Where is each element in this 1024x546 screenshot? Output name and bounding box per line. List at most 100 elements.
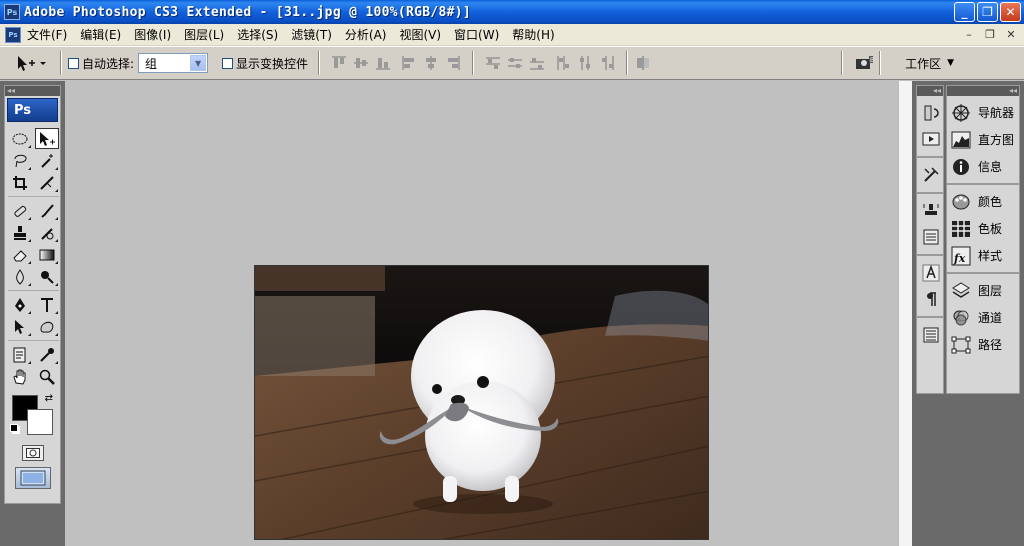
dodge-tool[interactable] xyxy=(35,266,59,287)
doc-minimize-button[interactable]: – xyxy=(960,27,978,42)
swap-colors-icon[interactable]: ⇄ xyxy=(45,393,53,404)
measurement-log-panel-icon[interactable] xyxy=(919,225,943,249)
photoshop-logo[interactable]: Ps xyxy=(7,98,58,122)
align-vcenter-icon[interactable] xyxy=(352,54,370,72)
eyedropper-tool[interactable] xyxy=(35,344,59,365)
distribute-left-icon[interactable] xyxy=(554,54,572,72)
blur-tool[interactable] xyxy=(8,266,32,287)
info-panel-tab[interactable]: 信息 xyxy=(947,153,1019,180)
workspace-label: 工作区 xyxy=(905,56,942,71)
crop-tool[interactable] xyxy=(8,172,32,193)
gradient-tool[interactable] xyxy=(35,244,59,265)
channels-label: 通道 xyxy=(978,311,1003,325)
doc-restore-button[interactable]: ❐ xyxy=(981,27,999,42)
history-panel-icon[interactable] xyxy=(919,101,943,125)
collapse-icon[interactable]: ◂◂ xyxy=(917,86,943,96)
path-selection-tool[interactable] xyxy=(8,316,32,337)
menu-file[interactable]: 文件(F) xyxy=(27,26,67,43)
eraser-tool[interactable] xyxy=(8,244,32,265)
history-brush-tool[interactable] xyxy=(35,222,59,243)
panel-icon-column: ◂◂ xyxy=(916,85,944,394)
distribute-bottom-icon[interactable] xyxy=(528,54,546,72)
minimize-button[interactable]: _ xyxy=(954,2,975,22)
collapse-icon[interactable]: ◂◂ xyxy=(5,86,60,96)
menu-select[interactable]: 选择(S) xyxy=(237,26,278,43)
tool-preset-picker[interactable] xyxy=(14,53,54,73)
menu-layer[interactable]: 图层(L) xyxy=(184,26,224,43)
actions-panel-icon[interactable] xyxy=(919,127,943,151)
pen-tool[interactable] xyxy=(8,294,32,315)
menu-help[interactable]: 帮助(H) xyxy=(512,26,554,43)
type-tool[interactable] xyxy=(35,294,59,315)
doc-close-button[interactable]: ✕ xyxy=(1002,27,1020,42)
channels-panel-tab[interactable]: 通道 xyxy=(947,304,1019,331)
vertical-scrollbar[interactable] xyxy=(898,81,912,546)
hand-tool[interactable] xyxy=(8,366,32,387)
histogram-label: 直方图 xyxy=(978,133,1015,147)
menu-edit[interactable]: 编辑(E) xyxy=(80,26,121,43)
info-label: 信息 xyxy=(978,160,1003,174)
menu-analysis[interactable]: 分析(A) xyxy=(345,26,387,43)
layers-stack-icon xyxy=(950,280,972,302)
layer-comps-panel-icon[interactable] xyxy=(919,323,943,347)
navigator-panel-tab[interactable]: 导航器 xyxy=(947,99,1019,126)
auto-select-checkbox[interactable] xyxy=(68,57,79,69)
paragraph-panel-icon[interactable] xyxy=(919,287,943,311)
menu-window[interactable]: 窗口(W) xyxy=(454,26,499,43)
background-color-swatch[interactable] xyxy=(27,409,53,435)
document-image[interactable] xyxy=(254,265,709,540)
screen-mode-icon xyxy=(20,470,45,486)
clone-source-panel-icon[interactable] xyxy=(919,199,943,223)
align-left-icon[interactable] xyxy=(400,54,418,72)
swatches-panel-tab[interactable]: 色板 xyxy=(947,215,1019,242)
magic-wand-tool[interactable] xyxy=(35,150,59,171)
color-panel-tab[interactable]: 颜色 xyxy=(947,188,1019,215)
toolbar-separator xyxy=(318,51,321,75)
screen-mode-button[interactable] xyxy=(14,467,51,489)
align-bottom-icon[interactable] xyxy=(374,54,392,72)
quick-mask-button[interactable] xyxy=(21,445,44,461)
styles-label: 样式 xyxy=(978,249,1003,263)
brush-tool[interactable] xyxy=(35,200,59,221)
quick-mask-icon xyxy=(25,448,40,458)
layers-panel-tab[interactable]: 图层 xyxy=(947,277,1019,304)
auto-align-icon[interactable] xyxy=(634,54,652,72)
character-panel-icon[interactable] xyxy=(919,261,943,285)
align-top-icon[interactable] xyxy=(330,54,348,72)
clone-stamp-tool[interactable] xyxy=(8,222,32,243)
maximize-button[interactable]: ❐ xyxy=(977,2,998,22)
slice-tool[interactable] xyxy=(35,172,59,193)
styles-panel-tab[interactable]: fx 样式 xyxy=(947,242,1019,269)
menu-filter[interactable]: 滤镜(T) xyxy=(291,26,332,43)
marquee-tool[interactable] xyxy=(8,128,32,149)
tool-presets-panel-icon[interactable] xyxy=(919,163,943,187)
canvas-workspace[interactable] xyxy=(65,81,898,546)
document-icon[interactable]: Ps xyxy=(5,26,21,43)
auto-select-dropdown[interactable]: 组 ▼ xyxy=(138,53,209,73)
distribute-vcenter-icon[interactable] xyxy=(506,54,524,72)
align-right-icon[interactable] xyxy=(444,54,462,72)
healing-brush-tool[interactable] xyxy=(8,200,32,221)
distribute-top-icon[interactable] xyxy=(484,54,502,72)
histogram-panel-tab[interactable]: 直方图 xyxy=(947,126,1019,153)
bridge-icon[interactable]: Br xyxy=(855,54,874,72)
close-button[interactable]: ✕ xyxy=(1000,2,1021,22)
menu-view[interactable]: 视图(V) xyxy=(399,26,441,43)
show-transform-checkbox[interactable] xyxy=(222,57,234,69)
menu-bar: Ps 文件(F) 编辑(E) 图像(I) 图层(L) 选择(S) 滤镜(T) 分… xyxy=(0,24,1024,46)
fx-styles-icon: fx xyxy=(950,245,972,267)
distribute-hcenter-icon[interactable] xyxy=(576,54,594,72)
custom-shape-tool[interactable] xyxy=(35,316,59,337)
move-tool[interactable] xyxy=(35,128,59,149)
zoom-tool[interactable] xyxy=(35,366,59,387)
distribute-right-icon[interactable] xyxy=(598,54,616,72)
collapse-icon[interactable]: ◂◂ xyxy=(947,86,1019,96)
paths-panel-tab[interactable]: 路径 xyxy=(947,331,1019,358)
channels-icon xyxy=(950,307,972,329)
lasso-tool[interactable] xyxy=(8,150,32,171)
notes-tool[interactable] xyxy=(8,344,32,365)
default-colors-icon[interactable] xyxy=(10,424,18,432)
menu-image[interactable]: 图像(I) xyxy=(134,26,171,43)
align-hcenter-icon[interactable] xyxy=(422,54,440,72)
workspace-menu[interactable]: 工作区 ▼ xyxy=(905,55,954,72)
